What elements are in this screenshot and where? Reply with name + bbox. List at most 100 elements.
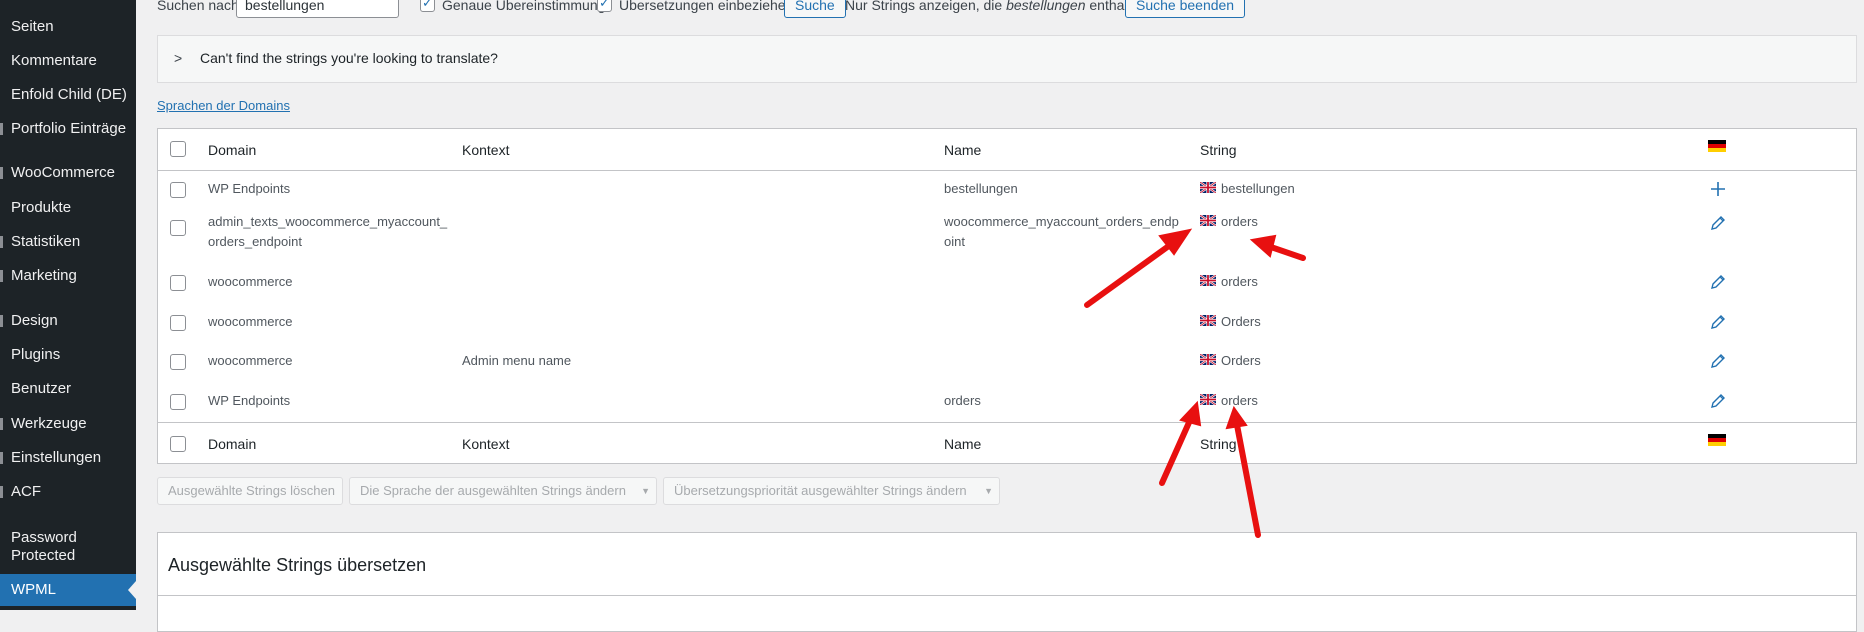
exact-match-checkbox[interactable] bbox=[420, 0, 435, 12]
dropdown-arrow-icon: ▼ bbox=[984, 486, 993, 496]
translate-selected-panel: Ausgewählte Strings übersetzen bbox=[157, 532, 1857, 632]
sidebar-item-acf[interactable]: ACF bbox=[11, 483, 41, 501]
pencil-icon[interactable] bbox=[1709, 313, 1727, 331]
row-domain: admin_texts_woocommerce_myaccount_ bbox=[208, 214, 448, 229]
sidebar-item-password[interactable]: Password bbox=[11, 529, 77, 547]
sidebar-item-produkte[interactable]: Produkte bbox=[11, 199, 71, 217]
uk-flag-icon bbox=[1200, 354, 1216, 365]
row-string: bestellungen bbox=[1221, 181, 1295, 196]
menu-indicator bbox=[0, 486, 3, 498]
uk-flag-icon bbox=[1200, 215, 1216, 226]
row-string: orders bbox=[1221, 214, 1258, 229]
row-string: orders bbox=[1221, 274, 1258, 289]
panel-title: Ausgewählte Strings übersetzen bbox=[168, 555, 427, 575]
row-name: orders bbox=[944, 393, 981, 408]
search-label: Suchen nach: bbox=[157, 0, 243, 13]
main-content: Suchen nach: bestellungen Genaue Überein… bbox=[136, 0, 1864, 632]
plus-icon[interactable] bbox=[1709, 180, 1727, 198]
row-name: bestellungen bbox=[944, 181, 1018, 196]
row-domain: WP Endpoints bbox=[208, 393, 291, 408]
menu-indicator bbox=[0, 270, 3, 282]
footer-name[interactable]: Name bbox=[944, 436, 981, 452]
sidebar-item-wpml[interactable]: WPML bbox=[0, 574, 136, 606]
row-checkbox[interactable] bbox=[170, 220, 186, 236]
row-name: woocommerce_myaccount_orders_endp bbox=[944, 214, 1179, 229]
strings-table: Domain Kontext Name String WP Endpoints … bbox=[157, 128, 1857, 464]
row-context: Admin menu name bbox=[462, 353, 572, 368]
header-domain[interactable]: Domain bbox=[208, 142, 256, 158]
row-checkbox[interactable] bbox=[170, 315, 186, 331]
row-domain: woocommerce bbox=[208, 353, 293, 368]
row-string: orders bbox=[1221, 393, 1258, 408]
row-string: Orders bbox=[1221, 353, 1261, 368]
chevron-right-icon: > bbox=[174, 50, 183, 66]
missing-strings-notice[interactable]: > Can't find the strings you're looking … bbox=[157, 35, 1857, 83]
header-name[interactable]: Name bbox=[944, 142, 981, 158]
row-checkbox[interactable] bbox=[170, 182, 186, 198]
footer-divider bbox=[158, 422, 1856, 423]
row-checkbox[interactable] bbox=[170, 354, 186, 370]
pencil-icon[interactable] bbox=[1709, 273, 1727, 291]
header-string[interactable]: String bbox=[1200, 142, 1237, 158]
sidebar-item-kommentare[interactable]: Kommentare bbox=[11, 52, 97, 70]
select-all-checkbox[interactable] bbox=[170, 141, 186, 157]
row-string: Orders bbox=[1221, 314, 1261, 329]
row-checkbox[interactable] bbox=[170, 394, 186, 410]
panel-divider bbox=[158, 595, 1856, 596]
menu-indicator bbox=[0, 418, 3, 430]
sidebar-item-benutzer[interactable]: Benutzer bbox=[11, 380, 71, 398]
pencil-icon[interactable] bbox=[1709, 214, 1727, 232]
pencil-icon[interactable] bbox=[1709, 352, 1727, 370]
menu-indicator bbox=[0, 167, 3, 179]
row-domain: woocommerce bbox=[208, 314, 293, 329]
menu-indicator bbox=[0, 452, 3, 464]
sidebar-item-marketing[interactable]: Marketing bbox=[11, 267, 77, 285]
result-text-pre: Nur Strings anzeigen, die bbox=[845, 0, 1003, 13]
sidebar-item-design[interactable]: Design bbox=[11, 312, 58, 330]
uk-flag-icon bbox=[1200, 275, 1216, 286]
german-flag-icon bbox=[1708, 434, 1726, 446]
row-domain: WP Endpoints bbox=[208, 181, 291, 196]
menu-indicator bbox=[0, 236, 3, 248]
row-domain-cont: orders_endpoint bbox=[208, 234, 302, 249]
end-search-button[interactable]: Suche beenden bbox=[1125, 0, 1246, 18]
domain-languages-link[interactable]: Sprachen der Domains bbox=[157, 98, 290, 113]
change-language-label: Die Sprache der ausgewählten Strings änd… bbox=[360, 483, 626, 498]
sidebar-item-woocommerce[interactable]: WooCommerce bbox=[11, 164, 115, 182]
change-priority-select[interactable]: Übersetzungspriorität ausgewählter Strin… bbox=[663, 477, 1000, 505]
sidebar-item-protected[interactable]: Protected bbox=[11, 547, 75, 565]
select-all-checkbox-footer[interactable] bbox=[170, 436, 186, 452]
sidebar-item-portfolio[interactable]: Portfolio Einträge bbox=[11, 120, 126, 138]
include-translations-label: Übersetzungen einbeziehen bbox=[619, 0, 794, 13]
menu-indicator bbox=[0, 123, 3, 135]
notice-text: Can't find the strings you're looking to… bbox=[200, 50, 498, 66]
exact-match-label: Genaue Übereinstimmung bbox=[442, 0, 606, 13]
search-input[interactable]: bestellungen bbox=[236, 0, 399, 18]
sidebar-item-enfold-child[interactable]: Enfold Child (DE) bbox=[11, 86, 127, 104]
search-button[interactable]: Suche bbox=[784, 0, 846, 18]
row-name-cont: oint bbox=[944, 234, 965, 249]
include-translations-checkbox[interactable] bbox=[597, 0, 612, 12]
german-flag-icon bbox=[1708, 140, 1726, 152]
admin-sidebar: Seiten Kommentare Enfold Child (DE) Port… bbox=[0, 0, 136, 610]
sidebar-item-seiten[interactable]: Seiten bbox=[11, 18, 54, 36]
result-term: bestellungen bbox=[1006, 0, 1086, 13]
search-result-text: Nur Strings anzeigen, die bestellungen e… bbox=[845, 0, 1147, 13]
change-language-select[interactable]: Die Sprache der ausgewählten Strings änd… bbox=[349, 477, 657, 505]
sidebar-item-einstellungen[interactable]: Einstellungen bbox=[11, 449, 101, 467]
sidebar-item-werkzeuge[interactable]: Werkzeuge bbox=[11, 415, 87, 433]
delete-selected-button[interactable]: Ausgewählte Strings löschen bbox=[157, 477, 343, 505]
pencil-icon[interactable] bbox=[1709, 392, 1727, 410]
footer-domain[interactable]: Domain bbox=[208, 436, 256, 452]
menu-indicator bbox=[0, 315, 3, 327]
change-priority-label: Übersetzungspriorität ausgewählter Strin… bbox=[674, 483, 967, 498]
footer-context[interactable]: Kontext bbox=[462, 436, 509, 452]
footer-string[interactable]: String bbox=[1200, 436, 1237, 452]
uk-flag-icon bbox=[1200, 182, 1216, 193]
header-divider bbox=[158, 170, 1856, 171]
header-context[interactable]: Kontext bbox=[462, 142, 509, 158]
sidebar-item-plugins[interactable]: Plugins bbox=[11, 346, 60, 364]
sidebar-item-statistiken[interactable]: Statistiken bbox=[11, 233, 80, 251]
dropdown-arrow-icon: ▼ bbox=[641, 486, 650, 496]
row-checkbox[interactable] bbox=[170, 275, 186, 291]
